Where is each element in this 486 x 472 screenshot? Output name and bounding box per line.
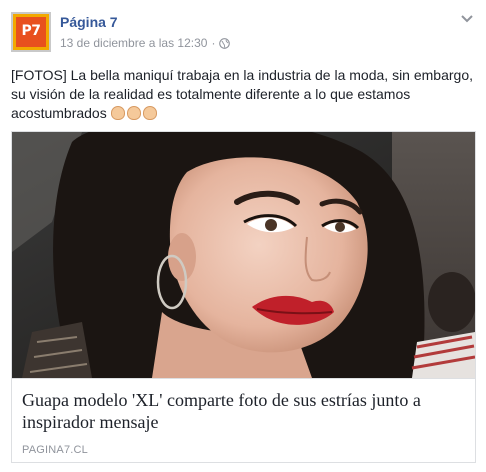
post-message-text: [FOTOS] La bella maniquí trabaja en la i…: [11, 67, 473, 121]
link-title[interactable]: Guapa modelo 'XL' comparte foto de sus e…: [22, 389, 467, 433]
chevron-down-icon[interactable]: [460, 14, 474, 24]
page-name-link[interactable]: Página 7: [60, 14, 118, 30]
flexed-biceps-icon: [142, 106, 157, 120]
clapping-hands-icon: [126, 106, 141, 120]
post-timestamp[interactable]: 13 de diciembre a las 12:30: [60, 36, 207, 50]
avatar-logo: P7: [16, 17, 46, 47]
meta-separator: ·: [211, 36, 216, 50]
avatar-text: P7: [21, 23, 41, 39]
clapping-hands-icon: [110, 106, 125, 120]
link-domain: PAGINA7.CL: [22, 444, 88, 456]
page-avatar[interactable]: P7: [11, 12, 51, 52]
post-meta: 13 de diciembre a las 12:30 ·: [60, 36, 231, 50]
link-preview-body[interactable]: Guapa modelo 'XL' comparte foto de sus e…: [12, 378, 475, 462]
feed-post: P7 Página 7 13 de diciembre a las 12:30 …: [0, 0, 486, 472]
post-message: [FOTOS] La bella maniquí trabaja en la i…: [11, 66, 476, 123]
emoji-group: [110, 106, 157, 120]
globe-icon[interactable]: [219, 37, 231, 49]
link-preview-image[interactable]: [12, 132, 475, 378]
link-preview-card[interactable]: Guapa modelo 'XL' comparte foto de sus e…: [11, 131, 476, 463]
portrait-photo: [12, 132, 475, 378]
